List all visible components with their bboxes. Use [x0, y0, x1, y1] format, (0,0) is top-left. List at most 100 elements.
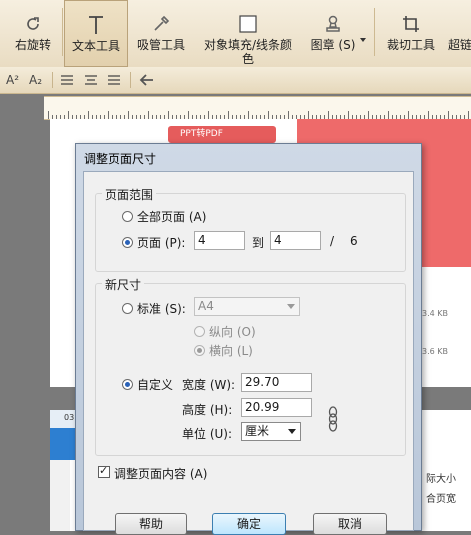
ruler-tick [148, 111, 149, 119]
to-label: 到 [252, 236, 265, 250]
ruler-tick [408, 111, 409, 119]
custom-size-radio[interactable] [122, 379, 133, 390]
text-tool-icon [84, 13, 108, 37]
ruler-tick [388, 111, 389, 119]
pages-label: 页面 (P): [137, 236, 186, 250]
horizontal-ruler [44, 96, 471, 120]
hyperlink-label: 超链 [448, 38, 471, 52]
toolbar-divider [374, 8, 375, 56]
crop-tool-button[interactable]: 裁切工具 [382, 0, 440, 67]
page-range-title: 页面范围 [102, 186, 157, 203]
portrait-label: 纵向 (O) [209, 325, 256, 339]
ruler-tick [48, 111, 49, 119]
text-tool-button[interactable]: 文本工具 [64, 0, 128, 67]
fit-width-text: 合页宽 [426, 494, 456, 505]
ruler-tick [288, 111, 289, 119]
actual-size-text: 际大小 [426, 474, 456, 485]
landscape-radio[interactable] [194, 345, 205, 356]
subscript-button[interactable]: A₂ [29, 71, 42, 89]
align-center-button[interactable] [84, 71, 98, 89]
page-from-input[interactable]: 4 [194, 231, 245, 250]
all-pages-radio[interactable] [122, 211, 133, 222]
standard-size-select[interactable]: A4 [194, 297, 300, 316]
stamp-button[interactable]: 图章 (S) [306, 0, 360, 67]
align-left-icon [61, 75, 73, 85]
ruler-tick [268, 111, 269, 119]
standard-size-radio[interactable] [122, 303, 133, 314]
page-range-group: 页面范围 全部页面 (A) 页面 (P): 4 到 4 / 6 [95, 186, 406, 272]
ruler-tick [188, 111, 189, 119]
ruler-tick [108, 111, 109, 119]
ruler-tick [348, 111, 349, 119]
total-pages: 6 [350, 234, 358, 248]
pdf-tab: PPT转PDF [168, 126, 276, 143]
ruler-tick [468, 111, 469, 119]
custom-label: 自定义 [137, 378, 174, 392]
ruler-tick [168, 111, 169, 119]
pipette-icon [149, 12, 173, 36]
ruler-tick [208, 111, 209, 119]
ruler-tick [328, 111, 329, 119]
toolbar-divider [62, 8, 63, 56]
ruler-tick [88, 111, 89, 119]
help-button[interactable]: 帮助 [115, 513, 187, 535]
new-size-title: 新尺寸 [102, 276, 145, 293]
adjust-content-label: 调整页面内容 (A) [114, 467, 208, 481]
file-size: 3.4 KB [422, 309, 448, 318]
new-size-group: 新尺寸 标准 (S): A4 纵向 (O) 横向 (L) 自定义 宽度 (W):… [95, 276, 406, 456]
ruler-tick [68, 111, 69, 119]
undo-arrow-icon [139, 74, 153, 86]
stamp-label: 图章 (S) [310, 38, 356, 52]
tab-text: 03 [64, 413, 75, 422]
unit-select[interactable]: 厘米 [241, 422, 301, 441]
ruler-tick [228, 111, 229, 119]
pipette-tool-button[interactable]: 吸管工具 [132, 0, 190, 67]
crop-icon [399, 12, 423, 36]
ok-button[interactable]: 确定 [212, 513, 286, 535]
height-input[interactable]: 20.99 [241, 398, 312, 417]
link-icon [448, 12, 471, 36]
landscape-label: 横向 (L) [209, 344, 253, 358]
main-toolbar: 右旋转 文本工具 吸管工具 对象填充/线条颜色 图章 (S) 裁切工具 超链 [0, 0, 471, 68]
rotate-right-label: 右旋转 [14, 38, 51, 52]
cancel-button[interactable]: 取消 [313, 513, 387, 535]
dialog-body: 页面范围 全部页面 (A) 页面 (P): 4 到 4 / 6 新尺寸 标准 (… [83, 171, 414, 535]
page-range-radio[interactable] [122, 237, 133, 248]
page-separator: / [330, 234, 335, 248]
ruler-tick [368, 111, 369, 119]
chevron-down-icon [287, 304, 295, 309]
sidebar-panel [50, 460, 70, 531]
ruler-tick [248, 111, 249, 119]
superscript-button[interactable]: A² [6, 71, 19, 89]
text-tool-label: 文本工具 [71, 39, 120, 53]
adjust-content-checkbox[interactable] [98, 464, 110, 478]
crop-tool-label: 裁切工具 [386, 38, 435, 52]
rotate-right-button[interactable]: 右旋转 [8, 0, 58, 67]
width-label: 宽度 (W): [182, 378, 236, 392]
undo-button[interactable] [139, 71, 157, 89]
align-right-icon [108, 75, 120, 85]
stamp-icon [321, 12, 345, 36]
resize-page-dialog: 调整页面尺寸 页面范围 全部页面 (A) 页面 (P): 4 到 4 / 6 新… [75, 143, 422, 535]
fill-color-icon [236, 12, 260, 36]
object-fill-label: 对象填充/线条颜色 [203, 38, 293, 66]
ruler-tick [128, 111, 129, 119]
ruler-tick [448, 111, 449, 119]
file-size: 3.6 KB [422, 347, 448, 356]
ruler-tick [308, 111, 309, 119]
format-toolbar: A² A₂ [0, 67, 471, 94]
align-right-button[interactable] [107, 71, 121, 89]
dialog-title: 调整页面尺寸 [84, 152, 157, 166]
format-divider [130, 72, 131, 88]
align-left-button[interactable] [60, 71, 74, 89]
align-center-icon [85, 75, 97, 85]
portrait-radio[interactable] [194, 326, 205, 337]
ruler-tick [428, 111, 429, 119]
stamp-dropdown-icon[interactable] [360, 38, 366, 42]
link-aspect-icon[interactable] [327, 405, 339, 433]
width-input[interactable]: 29.70 [241, 373, 312, 392]
unit-value: 厘米 [245, 424, 270, 438]
hyperlink-button[interactable]: 超链 [448, 0, 471, 67]
page-to-input[interactable]: 4 [270, 231, 321, 250]
object-fill-button[interactable]: 对象填充/线条颜色 [196, 0, 300, 67]
